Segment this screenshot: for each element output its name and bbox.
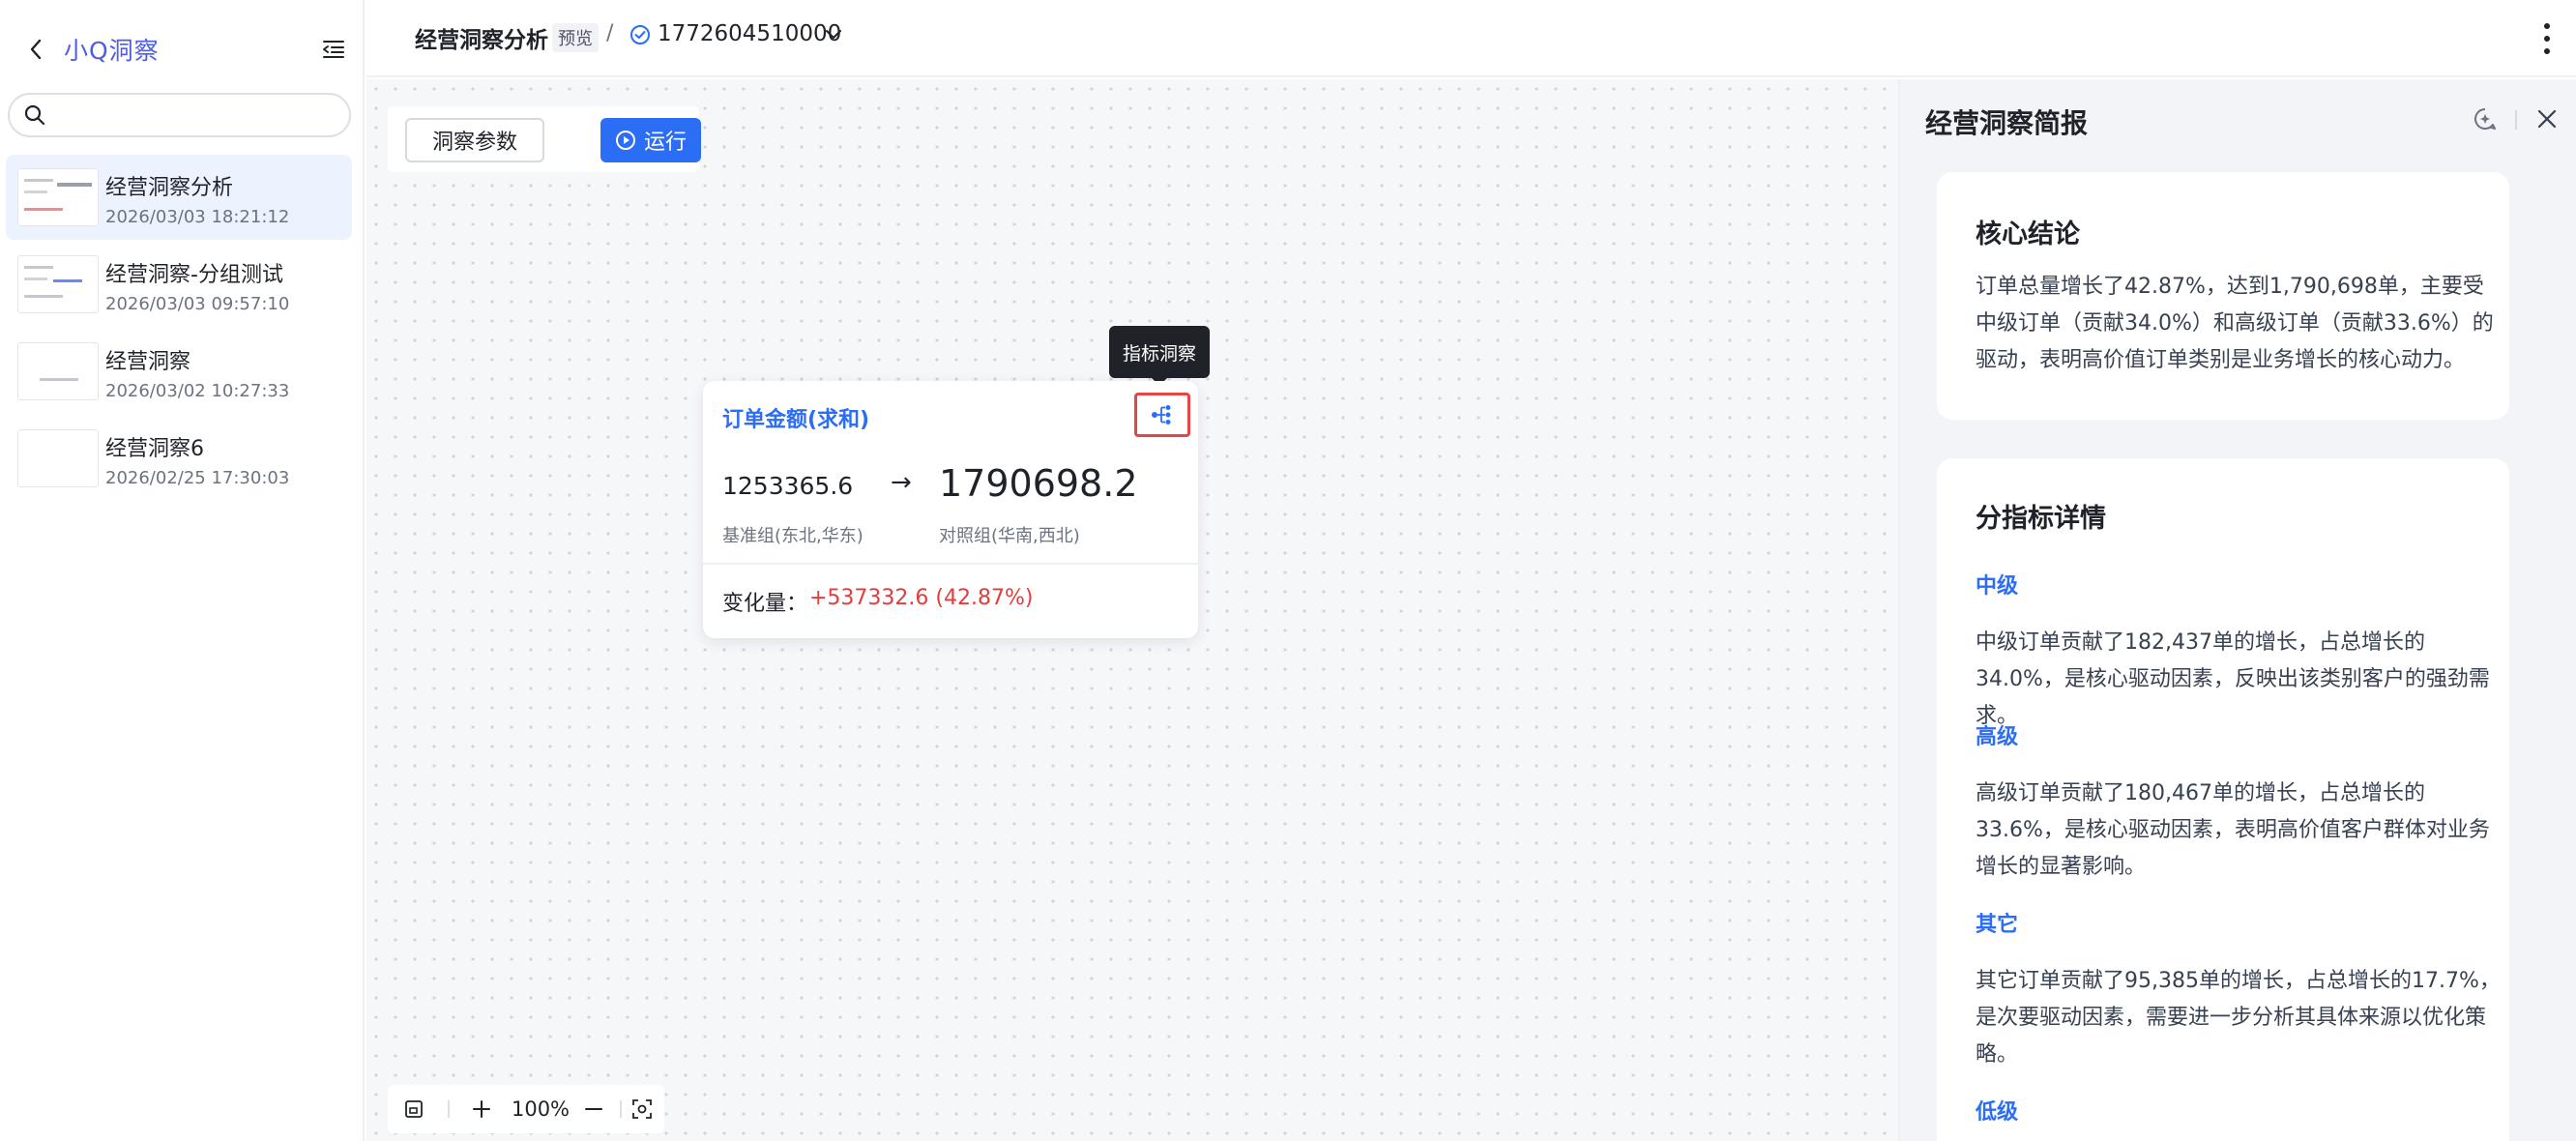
history-time: 2026/03/03 18:21:12 (105, 207, 290, 227)
minimap-icon (405, 1100, 423, 1118)
preview-badge: 预览 (552, 23, 599, 52)
version-selector[interactable]: 1772604510000 (658, 21, 841, 46)
breadcrumb-title[interactable]: 经营洞察分析 (415, 21, 548, 54)
history-title: 经营洞察 (105, 350, 191, 374)
chevron-down-icon[interactable] (825, 29, 842, 41)
compare-value: 1790698.2 (939, 462, 1138, 505)
base-value: 1253365.6 (722, 472, 854, 500)
search-input[interactable] (58, 101, 338, 130)
history-title: 经营洞察-分组测试 (105, 263, 283, 287)
tree-branch-icon (1152, 405, 1171, 424)
arrow-right-icon: → (891, 468, 912, 497)
play-circle-icon (615, 131, 635, 150)
minimap-button[interactable] (397, 1093, 430, 1126)
run-button[interactable]: 运行 (600, 118, 701, 162)
tooltip: 指标洞察 (1109, 326, 1210, 386)
zoom-out-button[interactable] (577, 1093, 610, 1126)
top-bar: 经营洞察分析 预览 / 1772604510000 (366, 0, 2576, 77)
change-value: +537332.6 (42.87%) (809, 586, 1034, 610)
core-conclusion-card: 核心结论 订单总量增长了42.87%，达到1,790,698单，主要受中级订单（… (1937, 172, 2509, 420)
history-item[interactable]: 经营洞察-分组测试 2026/03/03 09:57:10 (6, 242, 352, 327)
history-thumbnail (17, 255, 99, 313)
detail-item-text: 高级订单贡献了180,467单的增长，占总增长的33.6%，是核心驱动因素，表明… (1976, 781, 2490, 879)
core-conclusion-heading: 核心结论 (1976, 219, 2080, 249)
chat-sparkle-icon (2474, 108, 2496, 130)
history-time: 2026/03/03 09:57:10 (105, 294, 290, 314)
metric-card[interactable]: 订单金额(求和) 1253365.6 → 1790698.2 基准组(东北,华东… (703, 381, 1198, 638)
history-thumbnail (17, 168, 99, 226)
history-title: 经营洞察分析 (105, 176, 234, 200)
menu-collapse-icon (323, 41, 344, 58)
minus-icon (585, 1108, 602, 1110)
detail-item-name: 低级 (1976, 1100, 2019, 1125)
detail-item-text: 中级订单贡献了182,437单的增长，占总增长的34.0%，是核心驱动因素，反映… (1976, 630, 2490, 728)
detail-item-name: 高级 (1976, 725, 2019, 749)
brand-logo: 小Q洞察 (64, 37, 160, 65)
core-conclusion-text: 订单总量增长了42.87%，达到1,790,698单，主要受中级订单（贡献34.… (1976, 275, 2494, 372)
run-label: 运行 (643, 131, 687, 155)
zoom-in-button[interactable] (465, 1093, 498, 1126)
base-group-label: 基准组(东北,华东) (722, 526, 864, 546)
zoom-level: 100% (511, 1097, 571, 1121)
more-icon (2544, 23, 2550, 29)
metric-details-heading: 分指标详情 (1976, 504, 2106, 534)
fit-view-button[interactable] (626, 1093, 659, 1126)
compare-group-label: 对照组(华南,西北) (939, 526, 1080, 546)
history-item[interactable]: 经营洞察分析 2026/03/03 18:21:12 (6, 155, 352, 240)
insight-brief-panel: 经营洞察简报 核心结论 订单总量增长了42.87%，达到1,790,698单，主… (1898, 79, 2576, 1141)
search-box[interactable] (8, 93, 351, 137)
sidebar: 小Q洞察 经营洞察分析 2026/03/03 18:21:12 经营洞察-分组测… (0, 0, 365, 1141)
plus-icon (473, 1100, 490, 1118)
history-time: 2026/02/25 17:30:03 (105, 468, 290, 488)
change-label: 变化量： (722, 592, 808, 616)
panel-title: 经营洞察简报 (1925, 107, 2089, 139)
detail-item-name: 中级 (1976, 574, 2019, 599)
breadcrumb-separator: / (606, 21, 614, 45)
metric-details-card: 分指标详情 中级 中级订单贡献了182,437单的增长，占总增长的34.0%，是… (1937, 458, 2509, 1141)
zoom-toolbar: 100% (388, 1085, 664, 1133)
fit-view-icon (632, 1099, 652, 1119)
history-item[interactable]: 经营洞察6 2026/02/25 17:30:03 (6, 416, 352, 501)
close-panel-button[interactable] (2532, 104, 2561, 133)
insight-params-button[interactable]: 洞察参数 (405, 118, 544, 162)
more-options-button[interactable] (2532, 19, 2561, 58)
chevron-left-icon (30, 39, 42, 60)
close-icon (2537, 109, 2557, 129)
back-button[interactable] (21, 33, 50, 66)
metric-title: 订单金额(求和) (722, 408, 870, 432)
history-item[interactable]: 经营洞察 2026/03/02 10:27:33 (6, 329, 352, 414)
detail-item-text: 其它订单贡献了95,385单的增长，占总增长的17.7%，是次要驱动因素，需要进… (1976, 969, 2501, 1067)
canvas[interactable]: 洞察参数 运行 指标洞察 订单金额(求和) 1253365.6 → 179069… (366, 79, 1898, 1141)
collapse-sidebar-button[interactable] (319, 33, 348, 66)
search-icon (24, 104, 45, 126)
sidebar-header: 小Q洞察 (0, 0, 365, 97)
history-title: 经营洞察6 (105, 437, 204, 461)
metric-insight-button[interactable] (1134, 393, 1190, 437)
ai-assist-button[interactable] (2471, 104, 2500, 133)
history-thumbnail (17, 429, 99, 487)
detail-item-name: 其它 (1976, 913, 2019, 937)
history-thumbnail (17, 342, 99, 400)
check-circle-icon (630, 25, 650, 44)
canvas-toolbar: 洞察参数 运行 (388, 106, 701, 172)
divider (703, 563, 1198, 565)
history-time: 2026/03/02 10:27:33 (105, 381, 290, 401)
